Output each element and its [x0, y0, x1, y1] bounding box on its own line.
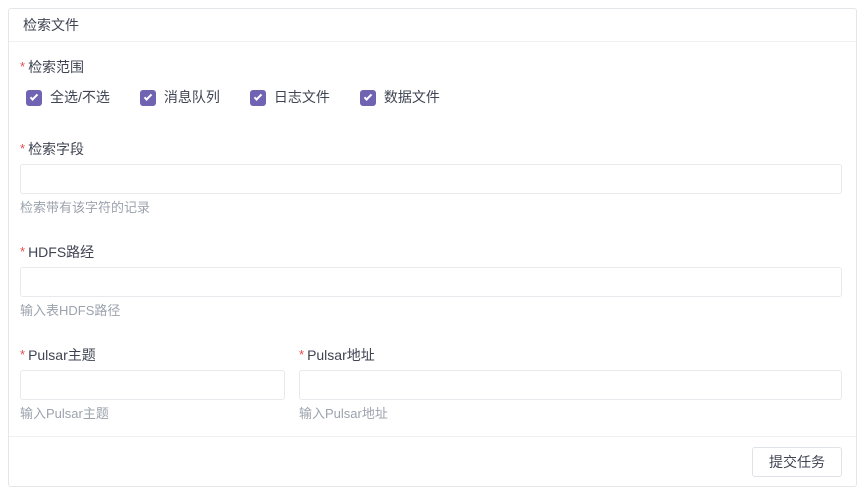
checkmark-icon [254, 92, 262, 100]
required-marker: * [299, 346, 304, 364]
card-footer: 提交任务 [9, 436, 856, 486]
form-item-scope: *检索范围 全选/不选 消息队列 日志文件 数据文件 [20, 58, 842, 106]
hdfs-path-hint: 输入表HDFS路径 [20, 303, 842, 319]
scope-label-text: 检索范围 [28, 59, 84, 75]
pulsar-topic-label: *Pulsar主题 [20, 346, 285, 364]
pulsar-address-label: *Pulsar地址 [299, 346, 842, 364]
checkbox-label: 消息队列 [164, 89, 220, 106]
checkbox-checked-icon[interactable] [360, 90, 376, 106]
required-marker: * [20, 140, 25, 158]
hdfs-path-label-text: HDFS路经 [28, 244, 94, 260]
required-marker: * [20, 346, 25, 364]
checkbox-log-file[interactable]: 日志文件 [244, 89, 330, 106]
required-marker: * [20, 243, 25, 261]
submit-task-button[interactable]: 提交任务 [752, 447, 842, 477]
hdfs-path-input[interactable] [20, 267, 842, 297]
pulsar-topic-label-text: Pulsar主题 [28, 347, 96, 363]
form-item-pulsar-address: *Pulsar地址 输入Pulsar地址 [299, 346, 842, 422]
form-body: *检索范围 全选/不选 消息队列 日志文件 数据文件 [9, 42, 856, 436]
scope-checkbox-group: 全选/不选 消息队列 日志文件 数据文件 [20, 89, 842, 106]
search-field-hint: 检索带有该字符的记录 [20, 200, 842, 216]
checkmark-icon [364, 92, 372, 100]
checkbox-select-all[interactable]: 全选/不选 [20, 89, 110, 106]
search-field-label: *检索字段 [20, 140, 842, 158]
pulsar-address-input[interactable] [299, 370, 842, 400]
pulsar-row: *Pulsar主题 输入Pulsar主题 *Pulsar地址 输入Pulsar地… [20, 346, 842, 422]
checkmark-icon [144, 92, 152, 100]
checkbox-checked-icon[interactable] [250, 90, 266, 106]
search-file-card: 检索文件 *检索范围 全选/不选 消息队列 日志文件 [8, 8, 857, 487]
checkbox-checked-icon[interactable] [26, 90, 42, 106]
pulsar-topic-input[interactable] [20, 370, 285, 400]
required-marker: * [20, 58, 25, 76]
card-header: 检索文件 [9, 9, 856, 42]
scope-label: *检索范围 [20, 58, 842, 76]
form-item-pulsar-topic: *Pulsar主题 输入Pulsar主题 [20, 346, 285, 422]
pulsar-address-label-text: Pulsar地址 [307, 347, 375, 363]
checkbox-label: 日志文件 [274, 89, 330, 106]
pulsar-topic-hint: 输入Pulsar主题 [20, 406, 285, 422]
checkbox-label: 数据文件 [384, 89, 440, 106]
card-title: 检索文件 [23, 17, 79, 33]
checkbox-message-queue[interactable]: 消息队列 [134, 89, 220, 106]
form-item-hdfs-path: *HDFS路经 输入表HDFS路径 [20, 243, 842, 319]
checkbox-label: 全选/不选 [50, 89, 110, 106]
search-field-label-text: 检索字段 [28, 141, 84, 157]
checkbox-checked-icon[interactable] [140, 90, 156, 106]
pulsar-address-hint: 输入Pulsar地址 [299, 406, 842, 422]
form-item-search-field: *检索字段 检索带有该字符的记录 [20, 140, 842, 216]
checkbox-data-file[interactable]: 数据文件 [354, 89, 440, 106]
checkmark-icon [30, 92, 38, 100]
search-field-input[interactable] [20, 164, 842, 194]
hdfs-path-label: *HDFS路经 [20, 243, 842, 261]
